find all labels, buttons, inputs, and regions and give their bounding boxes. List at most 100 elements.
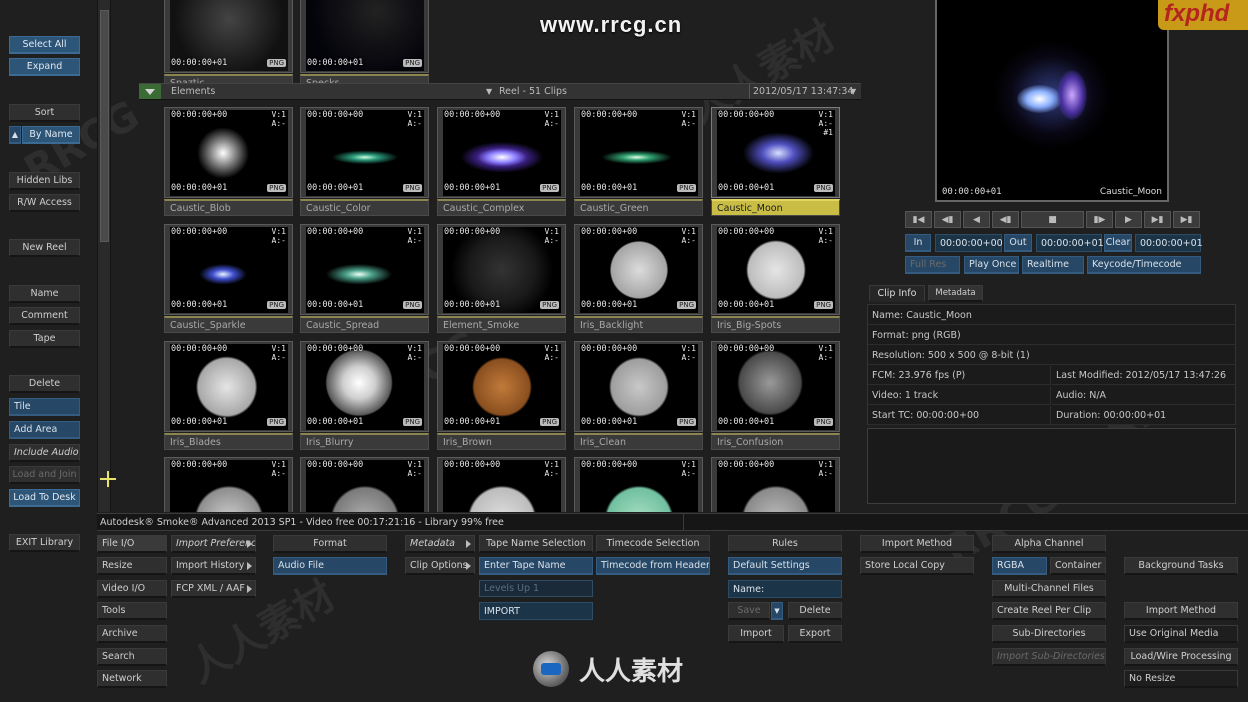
clip-thumbnail[interactable]: 00:00:00+00 V:1 A:- 00:00:00+01 PNG Iris_Blur… <box>300 341 429 456</box>
load-wire-processing-button[interactable]: Load/Wire Processing <box>1124 648 1238 666</box>
file-io-menu[interactable]: File I/O <box>97 535 167 553</box>
background-tasks-button[interactable]: Background Tasks <box>1124 557 1238 575</box>
select-all-button[interactable]: Select All <box>9 36 80 54</box>
import-method-button[interactable]: Import Method <box>1124 602 1238 620</box>
delete-button[interactable]: Delete <box>9 375 80 393</box>
clip-thumbnail[interactable]: 00:00:00+00 V:1 A:- 00:00:00+01 PNG Element_S… <box>437 224 566 339</box>
import-rule-button[interactable]: Import <box>728 625 784 643</box>
import-history-menu[interactable]: Import History <box>171 557 256 575</box>
clear-button[interactable]: Clear <box>1104 234 1132 252</box>
tile-dropdown[interactable]: Tile <box>9 398 80 416</box>
network-menu[interactable]: Network <box>97 670 167 688</box>
name-button[interactable]: Name <box>9 285 80 303</box>
sub-directories-button[interactable]: Sub-Directories <box>992 625 1106 643</box>
full-res-toggle[interactable]: Full Res <box>905 256 960 274</box>
sort-direction-icon[interactable]: ▲ <box>9 126 21 144</box>
clip-thumbnail[interactable]: 00:00:00+00 V:1 A:- #1 00:00:00+01 PNG Caustic… <box>711 107 840 222</box>
in-button[interactable]: In <box>905 234 931 252</box>
clip-thumbnail[interactable]: 00:00:00+00 V:1 A:- <box>164 457 293 512</box>
delete-rule-button[interactable]: Delete <box>788 602 842 620</box>
levels-up-field[interactable]: Levels Up 1 <box>479 580 593 597</box>
tab-clip-info[interactable]: Clip Info <box>869 285 925 302</box>
clip-thumbnail[interactable]: 00:00:00+00 V:1 A:- 00:00:00+01 PNG Caustic_S… <box>300 224 429 339</box>
clip-thumbnail[interactable]: 00:00:00+00 V:1 A:- 00:00:00+01 PNG Caustic_G… <box>574 107 703 222</box>
expand-button[interactable]: Expand <box>9 58 80 76</box>
clip-thumbnail[interactable]: 00:00:00+00 V:1 A:- 00:00:00+01 PNG Iris_Conf… <box>711 341 840 456</box>
dropdown-arrow-icon[interactable]: ▼ <box>486 87 492 96</box>
include-audio-toggle[interactable]: Include Audio <box>9 444 80 462</box>
add-area-dropdown[interactable]: Add Area <box>9 421 80 439</box>
rgba-dropdown[interactable]: RGBA <box>992 557 1047 575</box>
rw-access-button[interactable]: R/W Access <box>9 194 80 212</box>
timecode-from-header-dropdown[interactable]: Timecode from Header <box>596 557 710 575</box>
format-header[interactable]: Format <box>273 535 387 553</box>
duration-timecode-field[interactable]: 00:00:00+01 <box>1135 234 1203 252</box>
play-once-dropdown[interactable]: Play Once <box>964 256 1019 274</box>
sort-button[interactable]: Sort <box>9 104 80 122</box>
rule-name-field[interactable]: Name: <box>728 580 842 598</box>
out-button[interactable]: Out <box>1004 234 1032 252</box>
store-local-copy-dropdown[interactable]: Store Local Copy <box>860 557 974 575</box>
container-dropdown[interactable]: Container <box>1050 557 1106 575</box>
clip-thumbnail[interactable]: 00:00:00+00 V:1 A:- <box>437 457 566 512</box>
play-icon[interactable]: ▮▶ <box>1086 211 1113 228</box>
clip-thumbnail[interactable]: 00:00:00+00 V:1 A:- 00:00:00+01 PNG Caustic_C… <box>300 107 429 222</box>
tab-metadata[interactable]: Metadata <box>928 285 983 302</box>
default-settings-dropdown[interactable]: Default Settings <box>728 557 842 575</box>
scrollbar-thumb[interactable] <box>100 10 109 242</box>
go-to-start-icon[interactable]: ▮◀ <box>905 211 932 228</box>
next-mark-icon[interactable]: ▶▮ <box>1144 211 1171 228</box>
audio-file-dropdown[interactable]: Audio File <box>273 557 387 575</box>
multi-channel-files-button[interactable]: Multi-Channel Files <box>992 580 1106 598</box>
player-viewer[interactable]: 00:00:00+01 Caustic_Moon <box>935 0 1169 202</box>
archive-menu[interactable]: Archive <box>97 625 167 643</box>
clip-thumbnail[interactable]: 00:00:00+00 V:1 A:- <box>574 457 703 512</box>
exit-library-button[interactable]: EXIT Library <box>9 534 80 552</box>
import-sub-directories-toggle[interactable]: Import Sub-Directories <box>992 648 1106 666</box>
clip-options-menu[interactable]: Clip Options <box>405 557 475 575</box>
clip-notes-area[interactable] <box>867 428 1236 504</box>
no-resize-dropdown[interactable]: No Resize <box>1124 670 1238 688</box>
step-forward-icon[interactable]: ▶ <box>1115 211 1142 228</box>
tape-button[interactable]: Tape <box>9 330 80 348</box>
reel-collapse-toggle[interactable] <box>139 84 161 99</box>
prev-mark-icon[interactable]: ◀▮ <box>934 211 961 228</box>
step-back-icon[interactable]: ◀ <box>963 211 990 228</box>
rules-header[interactable]: Rules <box>728 535 842 553</box>
in-timecode-field[interactable]: 00:00:00+00 <box>935 234 1003 252</box>
clip-thumbnail[interactable]: 00:00:00+00 V:1 A:- 00:00:00+01 PNG Iris_Back… <box>574 224 703 339</box>
create-reel-per-clip-toggle[interactable]: Create Reel Per Clip <box>992 602 1106 620</box>
clip-thumbnail[interactable]: 00:00:00+00 V:1 A:- 00:00:00+01 PNG Caustic_B… <box>164 107 293 222</box>
out-timecode-field[interactable]: 00:00:00+01 <box>1036 234 1104 252</box>
library-scrollbar[interactable] <box>97 0 111 512</box>
go-to-end-icon[interactable]: ▶▮ <box>1173 211 1200 228</box>
load-to-desk-button[interactable]: Load To Desk <box>9 489 80 507</box>
hidden-libs-button[interactable]: Hidden Libs <box>9 172 80 190</box>
clip-thumbnail[interactable]: 00:00:00+00 V:1 A:- <box>300 457 429 512</box>
chevron-down-icon[interactable]: ▼ <box>771 602 783 620</box>
clip-thumbnail[interactable]: 00:00:00+00 V:1 A:- 00:00:00+01 PNG Iris_Brow… <box>437 341 566 456</box>
timecode-selection-header[interactable]: Timecode Selection <box>596 535 710 553</box>
save-button[interactable]: Save <box>728 602 770 620</box>
resize-menu[interactable]: Resize <box>97 557 167 575</box>
use-original-media-dropdown[interactable]: Use Original Media <box>1124 625 1238 643</box>
clip-thumbnail[interactable]: 00:00:00+00 V:1 A:- 00:00:00+01 PNG Iris_Big-… <box>711 224 840 339</box>
sort-by-name-dropdown[interactable]: By Name <box>22 126 80 144</box>
clip-thumbnail[interactable]: 00:00:00+00 V:1 A:- 00:00:00+01 PNG Caustic_C… <box>437 107 566 222</box>
video-io-menu[interactable]: Video I/O <box>97 580 167 598</box>
dropdown-arrow-icon[interactable]: ▼ <box>850 87 856 96</box>
comment-button[interactable]: Comment <box>9 307 80 325</box>
reel-header[interactable]: Elements ▼ Reel - 51 Clips 2012/05/17 13… <box>139 83 861 100</box>
clip-thumbnail[interactable]: 00:00:00+00 V:1 A:- 00:00:00+01 PNG Iris_Clea… <box>574 341 703 456</box>
import-method-header[interactable]: Import Method <box>860 535 974 553</box>
play-reverse-icon[interactable]: ◀▮ <box>992 211 1019 228</box>
keycode-timecode-dropdown[interactable]: Keycode/Timecode <box>1087 256 1201 274</box>
search-menu[interactable]: Search <box>97 648 167 666</box>
clip-thumbnail[interactable]: 00:00:00+00 V:1 A:- 00:00:00+01 PNG Caustic_S… <box>164 224 293 339</box>
enter-tape-name-dropdown[interactable]: Enter Tape Name <box>479 557 593 575</box>
tape-name-selection-header[interactable]: Tape Name Selection <box>479 535 593 553</box>
new-reel-button[interactable]: New Reel <box>9 239 80 257</box>
clip-thumbnail[interactable]: 00:00:00+00 V:1 A:- <box>711 457 840 512</box>
import-tape-name-field[interactable]: IMPORT <box>479 602 593 620</box>
alpha-channel-header[interactable]: Alpha Channel <box>992 535 1106 553</box>
